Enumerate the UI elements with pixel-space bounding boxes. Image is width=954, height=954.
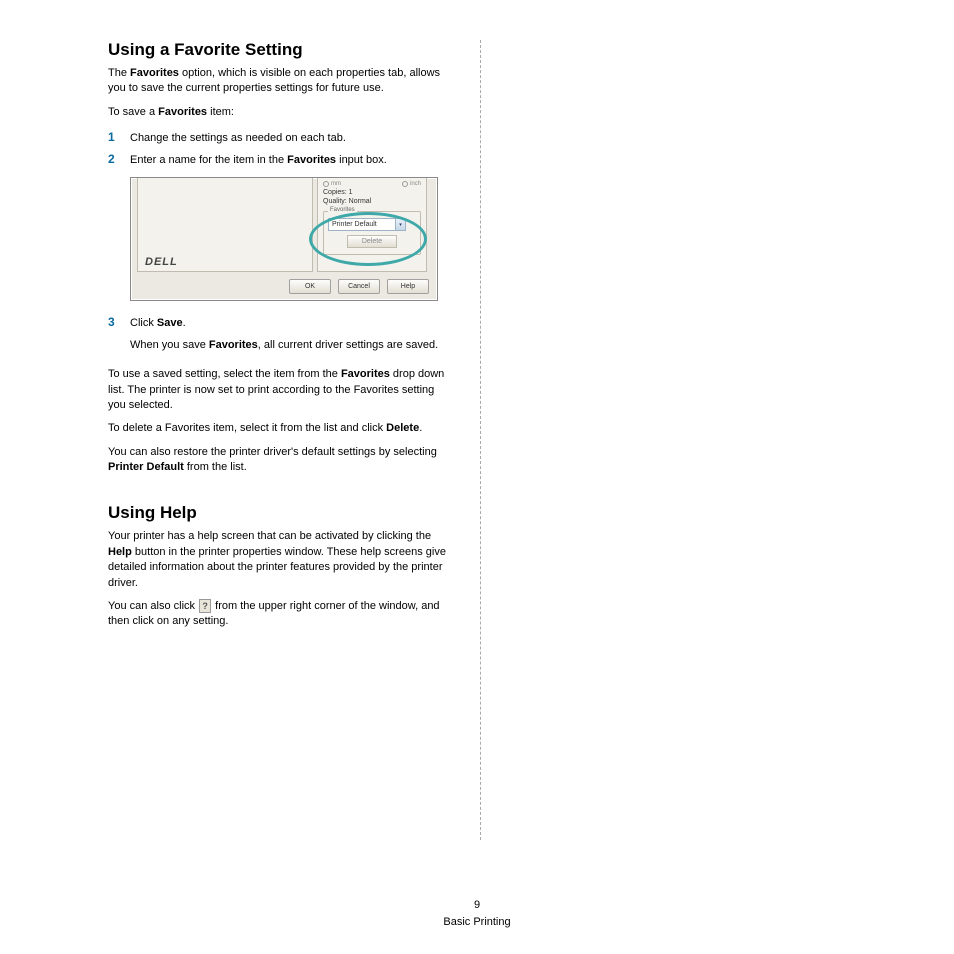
heading-using-help: Using Help [108,503,452,523]
text: To delete a Favorites item, select it fr… [108,422,386,434]
text: To use a saved setting, select the item … [108,368,341,380]
step-number: 1 [108,128,130,147]
text: . [419,422,422,434]
text: When you save [130,339,209,351]
text: To save a [108,106,158,118]
heading-favorite-setting: Using a Favorite Setting [108,40,452,60]
text: You can also click [108,600,198,612]
step-number: 3 [108,313,130,332]
favorites-bold: Favorites [130,67,179,79]
favorites-bold: Favorites [341,368,390,380]
delete-bold: Delete [386,422,419,434]
delete-button[interactable]: Delete [347,235,397,248]
favorites-legend: Favorites [328,207,357,213]
favorites-bold: Favorites [287,154,336,166]
step-3: 3 Click Save. When you save Favorites, a… [108,313,452,359]
page-number: 9 [0,897,954,914]
column-right-empty [480,40,846,840]
text: You can also restore the printer driver'… [108,446,437,458]
favorites-bold: Favorites [158,106,207,118]
step-text: Click Save. When you save Favorites, all… [130,316,452,359]
ok-button[interactable]: OK [289,279,331,294]
radio-mm[interactable]: mm [323,181,341,187]
step-2: 2 Enter a name for the item in the Favor… [108,150,452,170]
footer-title: Basic Printing [0,914,954,931]
printer-default-bold: Printer Default [108,461,184,473]
quality-label: Quality: Normal [323,198,421,205]
step-text: Enter a name for the item in the Favorit… [130,152,452,170]
step-number: 2 [108,150,130,169]
copies-label: Copies: 1 [323,189,421,196]
chevron-down-icon: ▾ [395,219,405,230]
dialog-screenshot: DELL mm inch Copies: 1 Quality: Normal F… [130,177,438,301]
question-icon: ? [199,599,211,613]
text: input box. [336,154,387,166]
dropdown-value: Printer Default [332,221,377,228]
text: Click [130,317,157,329]
text: item: [207,106,234,118]
help-bold: Help [108,546,132,558]
text: Enter a name for the item in the [130,154,287,166]
radio-label: inch [410,181,421,187]
to-save-paragraph: To save a Favorites item: [108,105,452,120]
use-saved-paragraph: To use a saved setting, select the item … [108,367,452,413]
dell-logo: DELL [145,256,178,268]
cancel-button[interactable]: Cancel [338,279,380,294]
text: , all current driver settings are saved. [258,339,438,351]
radio-label: mm [331,181,341,187]
help-paragraph-1: Your printer has a help screen that can … [108,529,452,591]
favorites-bold: Favorites [209,339,258,351]
text: Your printer has a help screen that can … [108,530,431,542]
restore-paragraph: You can also restore the printer driver'… [108,445,452,476]
radio-inch[interactable]: inch [402,181,421,187]
page-footer: 9 Basic Printing [0,897,954,930]
step-text: Change the settings as needed on each ta… [130,130,452,148]
intro-paragraph: The Favorites option, which is visible o… [108,66,452,97]
text: from the list. [184,461,247,473]
text: The [108,67,130,79]
favorites-dropdown[interactable]: Printer Default ▾ [328,218,406,231]
dialog-side-panel: mm inch Copies: 1 Quality: Normal Favori… [317,178,427,272]
save-bold: Save [157,317,183,329]
text: . [183,317,186,329]
help-button[interactable]: Help [387,279,429,294]
help-paragraph-2: You can also click ? from the upper righ… [108,599,452,630]
favorites-group: Favorites Printer Default ▾ Delete [323,211,421,255]
text: button in the printer properties window.… [108,546,446,589]
delete-paragraph: To delete a Favorites item, select it fr… [108,421,452,436]
step-1: 1 Change the settings as needed on each … [108,128,452,148]
